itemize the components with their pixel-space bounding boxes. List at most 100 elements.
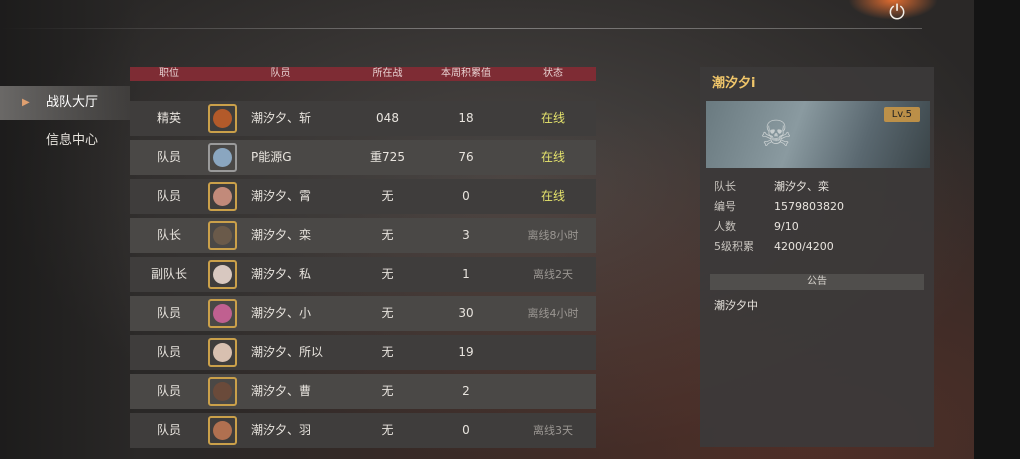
member-cell: 潮汐夕、私: [208, 257, 353, 292]
power-icon[interactable]: ⏻: [884, 0, 910, 24]
avatar[interactable]: [208, 299, 237, 328]
info-value: 4200/4200: [774, 240, 834, 253]
member-week-value: 30: [458, 306, 474, 320]
info-key: 队长: [714, 180, 736, 193]
member-name: 潮汐夕、曹: [251, 384, 312, 398]
level-badge: Lv.5: [883, 107, 920, 122]
member-cell: 潮汐夕、曹: [208, 374, 353, 409]
skull-emblem-icon: ☠: [759, 114, 793, 155]
avatar[interactable]: [208, 338, 237, 367]
member-role: 队员: [156, 150, 181, 164]
avatar[interactable]: [208, 104, 237, 133]
member-week-value: 3: [462, 228, 470, 242]
header-week: 本周积累值: [441, 68, 491, 79]
announcement-header: 公告: [710, 274, 924, 290]
member-name: 潮汐夕、斩: [251, 111, 312, 125]
avatar[interactable]: [208, 260, 237, 289]
member-location: 无: [381, 228, 394, 242]
member-week-value: 0: [462, 423, 470, 437]
menu-item-team-hall[interactable]: ▶ 战队大厅: [0, 86, 130, 120]
info-key: 人数: [714, 220, 736, 233]
info-key: 编号: [714, 200, 736, 213]
member-name: 潮汐夕、霄: [251, 189, 312, 203]
table-row[interactable]: 队长 潮汐夕、栾 无 3 离线8小时: [130, 218, 596, 253]
table-row[interactable]: 队员 潮汐夕、曹 无 2: [130, 374, 596, 409]
member-week-value: 2: [462, 384, 470, 398]
info-row: 队长 潮汐夕、栾: [714, 177, 924, 197]
member-status: 离线8小时: [527, 229, 579, 242]
table-row[interactable]: 队员 潮汐夕、所以 无 19: [130, 335, 596, 370]
avatar[interactable]: [208, 221, 237, 250]
member-status: 离线2天: [533, 268, 573, 281]
member-location: 无: [381, 306, 394, 320]
member-role: 队员: [156, 189, 181, 203]
member-cell: 潮汐夕、羽: [208, 413, 353, 448]
announcement-text: 潮汐夕中: [714, 299, 758, 312]
member-status: 离线3天: [533, 424, 573, 437]
avatar[interactable]: [208, 143, 237, 172]
member-location: 无: [381, 384, 394, 398]
table-row[interactable]: 队员 潮汐夕、羽 无 0 离线3天: [130, 413, 596, 448]
table-row[interactable]: 队员 潮汐夕、霄 无 0 在线: [130, 179, 596, 214]
member-status: 在线: [540, 150, 565, 164]
top-divider: [0, 28, 922, 29]
background-left: [0, 0, 140, 459]
member-location: 048: [376, 111, 399, 125]
member-role: 副队长: [150, 267, 187, 281]
table-row[interactable]: 队员 潮汐夕、小 无 30 离线4小时: [130, 296, 596, 331]
member-location: 重725: [370, 150, 405, 164]
member-status: 离线4小时: [527, 307, 579, 320]
table-row[interactable]: 精英 潮汐夕、斩 048 18 在线: [130, 101, 596, 136]
member-status: 在线: [540, 189, 565, 203]
table-row[interactable]: 队员 P能源G 重725 76 在线: [130, 140, 596, 175]
member-name: 潮汐夕、所以: [251, 345, 324, 359]
avatar[interactable]: [208, 377, 237, 406]
member-name: 潮汐夕、羽: [251, 423, 312, 437]
menu-item-label: 战队大厅: [46, 95, 99, 110]
member-cell: 潮汐夕、小: [208, 296, 353, 331]
info-value: 潮汐夕、栾: [774, 180, 829, 193]
team-info: 队长 潮汐夕、栾 编号 1579803820 人数 9/10 5级积累 4200…: [714, 177, 924, 257]
member-role: 队员: [156, 306, 181, 320]
team-banner: ☠ Lv.5: [706, 101, 930, 168]
member-role: 队员: [156, 423, 181, 437]
info-row: 人数 9/10: [714, 217, 924, 237]
member-cell: 潮汐夕、霄: [208, 179, 353, 214]
member-week-value: 76: [458, 150, 474, 164]
table-body: 精英 潮汐夕、斩 048 18 在线 队员 P能源G 重725 76 在线 队员 潮汐夕、霄无 0 在线队…: [130, 101, 596, 448]
member-cell: 潮汐夕、栾: [208, 218, 353, 253]
info-value: 9/10: [774, 220, 799, 233]
member-name: P能源G: [251, 150, 292, 164]
member-week-value: 0: [462, 189, 470, 203]
info-value: 1579803820: [774, 200, 844, 213]
table-row[interactable]: 副队长 潮汐夕、私 无 1 离线2天: [130, 257, 596, 292]
member-role: 队员: [156, 384, 181, 398]
member-role: 精英: [156, 111, 181, 125]
member-week-value: 1: [462, 267, 470, 281]
avatar[interactable]: [208, 416, 237, 445]
table-header: 职位 队员 所在战 本周积累值 状态: [130, 67, 596, 81]
member-role: 队员: [156, 345, 181, 359]
side-menu: ▶ 战队大厅 信息中心: [0, 86, 130, 158]
avatar[interactable]: [208, 182, 237, 211]
member-name: 潮汐夕、栾: [251, 228, 312, 242]
member-location: 无: [381, 267, 394, 281]
menu-item-info-center[interactable]: 信息中心: [0, 124, 130, 158]
arrow-right-icon: ▶: [22, 97, 30, 108]
menu-item-label: 信息中心: [46, 133, 99, 148]
header-role: 职位: [159, 68, 179, 79]
member-week-value: 18: [458, 111, 474, 125]
header-member: 队员: [270, 68, 291, 79]
info-row: 5级积累 4200/4200: [714, 237, 924, 257]
team-info-panel: 潮汐夕i ☠ Lv.5 队长 潮汐夕、栾 编号 1579803820 人数 9/…: [700, 67, 934, 447]
member-cell: 潮汐夕、所以: [208, 335, 353, 370]
member-cell: 潮汐夕、斩: [208, 101, 353, 136]
member-name: 潮汐夕、私: [251, 267, 312, 281]
member-location: 无: [381, 423, 394, 437]
header-status: 状态: [543, 68, 563, 79]
member-location: 无: [381, 345, 394, 359]
header-location: 所在战: [372, 68, 403, 79]
member-table: 职位 队员 所在战 本周积累值 状态 精英 潮汐夕、斩 048 18 在线 队员 P能源G 重…: [130, 67, 596, 452]
team-name: 潮汐夕i: [712, 76, 756, 91]
right-edge: [974, 0, 1020, 459]
